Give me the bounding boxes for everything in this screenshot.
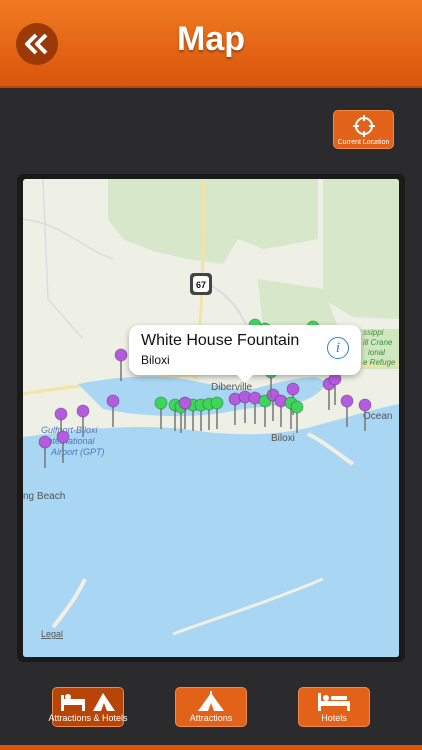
map-pin[interactable] <box>210 396 224 410</box>
map-pin[interactable] <box>76 404 90 418</box>
map-pin[interactable] <box>54 407 68 421</box>
map-pin[interactable] <box>358 398 372 412</box>
map-callout[interactable]: White House Fountain Biloxi i <box>129 325 361 383</box>
callout-title: White House Fountain <box>141 332 300 349</box>
forest-area-east <box>323 179 399 319</box>
map-pin[interactable] <box>290 400 304 414</box>
town-label-long-beach: ng Beach <box>23 491 65 502</box>
map-pin[interactable] <box>38 435 52 449</box>
map-pin[interactable] <box>178 396 192 410</box>
page-title: Map <box>177 20 245 58</box>
map-canvas: 67 Diberville Biloxi Gulfport-Biloxi Int… <box>23 179 399 657</box>
refuge-label-line4: e Refuge <box>363 358 396 367</box>
map-pin[interactable] <box>106 394 120 408</box>
airport-label-line3: Airport (GPT) <box>50 447 105 457</box>
legal-link[interactable]: Legal <box>41 629 63 639</box>
refuge-label-line1: ssippi <box>363 328 384 337</box>
tab-attractions[interactable]: Attractions <box>175 687 247 727</box>
tab-attractions-hotels[interactable]: Attractions & Hotels <box>48 687 128 727</box>
refuge-label-line3: ional <box>368 348 385 357</box>
bed-tent-icon <box>61 693 115 711</box>
tent-icon <box>198 691 224 711</box>
bottom-strip <box>0 745 422 750</box>
tab-bar: Attractions & Hotels Attractions Hotels <box>0 670 422 750</box>
tab-hotels[interactable]: Hotels <box>298 687 370 727</box>
map-pin[interactable] <box>340 394 354 408</box>
map-pin[interactable] <box>286 382 300 396</box>
highway-label: 67 <box>196 280 206 290</box>
airport-label-line2: International <box>45 436 96 446</box>
airport-label-line1: Gulfport-Biloxi <box>41 425 99 435</box>
nav-header: Map <box>0 0 422 88</box>
bed-icon <box>318 693 350 711</box>
info-icon[interactable]: i <box>327 337 349 359</box>
refuge-label-line2: ill Crane <box>363 338 393 347</box>
map-pin[interactable] <box>154 396 168 410</box>
tab-label: Hotels <box>321 713 347 723</box>
crosshair-icon <box>352 115 375 137</box>
map-frame: 67 Diberville Biloxi Gulfport-Biloxi Int… <box>17 174 405 662</box>
tab-label: Attractions <box>189 713 233 723</box>
tab-label: Attractions & Hotels <box>48 713 128 723</box>
current-location-label: Current Location <box>337 139 390 146</box>
callout-subtitle: Biloxi <box>141 353 170 367</box>
town-label-biloxi: Biloxi <box>271 433 295 444</box>
map-pin[interactable] <box>56 430 70 444</box>
map-view[interactable]: 67 Diberville Biloxi Gulfport-Biloxi Int… <box>23 179 399 657</box>
map-pin[interactable] <box>114 348 128 362</box>
town-label-ocean: Ocean <box>363 411 392 422</box>
current-location-button[interactable]: Current Location <box>333 110 394 149</box>
